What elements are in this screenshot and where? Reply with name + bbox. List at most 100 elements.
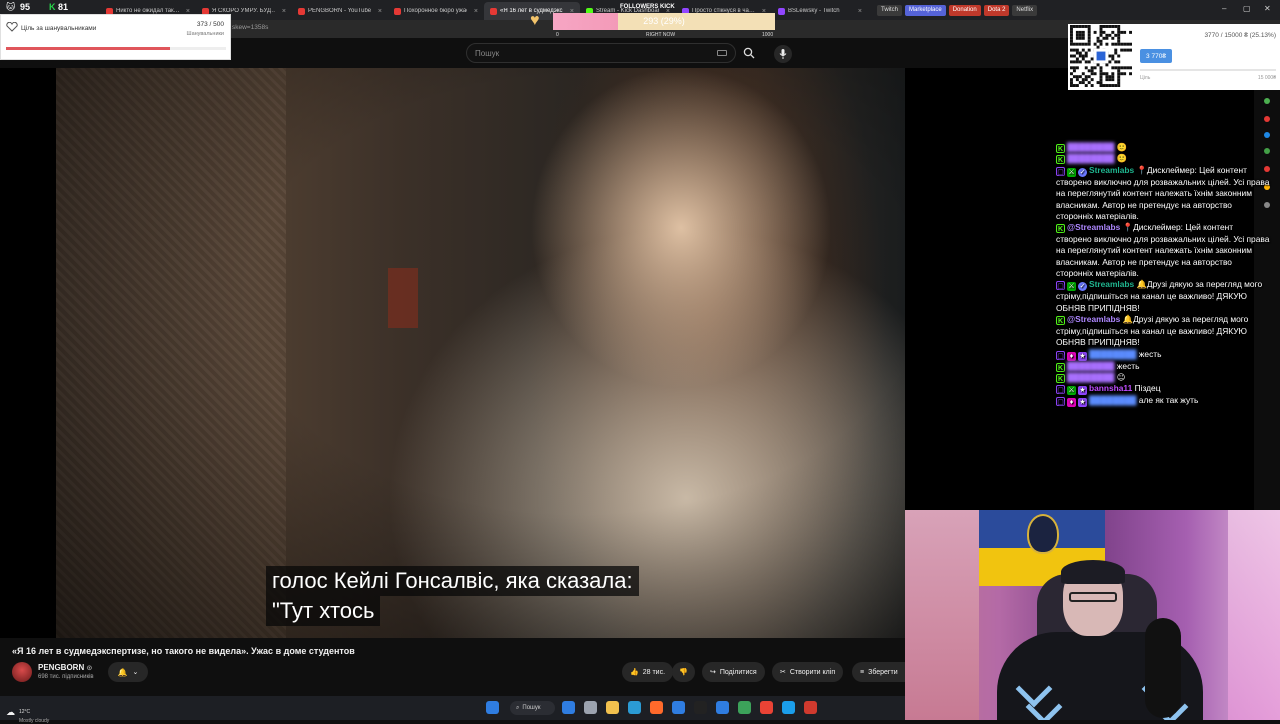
bookmark-chip[interactable]: Donation [948, 4, 981, 16]
chevron-down-icon: ⌄ [132, 669, 139, 676]
taskbar-search[interactable]: ⌕ Пошук [510, 701, 555, 715]
chat-username[interactable]: ████████ [1089, 395, 1136, 405]
search-button[interactable] [738, 43, 760, 63]
browser-tab[interactable]: PENGBORN - YouTube × [292, 2, 388, 20]
taskbar-app-icon[interactable] [782, 701, 795, 714]
taskbar-app-icon[interactable] [716, 701, 729, 714]
taskbar-app-icon[interactable] [738, 701, 751, 714]
share-button[interactable]: ↪ Поділитися [702, 662, 765, 682]
side-strip-icon[interactable] [1264, 98, 1270, 104]
video-player[interactable] [0, 68, 905, 638]
close-tab-icon[interactable]: × [858, 8, 862, 15]
chat-text: 😐 [1114, 371, 1126, 382]
channel-avatar[interactable] [12, 662, 32, 682]
counter-left: 95 [20, 2, 31, 12]
tw-badge-icon: ▢ [1056, 397, 1065, 407]
chat-username[interactable]: ████████ [1067, 142, 1114, 152]
start-menu-icon[interactable] [486, 701, 499, 714]
chat-message: ▢ ⚔ ✓ Streamlabs 📍Дисклеймер: Цей контент с… [1056, 165, 1270, 223]
chat-username[interactable]: bannsha11 [1089, 383, 1132, 393]
sub-badge-icon: ★ [1078, 386, 1087, 396]
chat-message: K ████████ 😐 [1056, 372, 1270, 383]
taskbar-app-icon[interactable] [672, 701, 685, 714]
close-tab-icon[interactable]: × [282, 8, 286, 15]
clip-label: Створити кліп [789, 668, 836, 676]
close-tab-icon[interactable]: × [378, 8, 382, 15]
goal-count: 373 / 500 [196, 21, 224, 28]
kick-badge-icon: K [1056, 316, 1065, 326]
browser-tab[interactable]: Похоронное бюро ужас… × [388, 2, 484, 20]
donation-amount-button[interactable]: 3 770₴ [1140, 49, 1172, 63]
followers-label: FOLLOWERS KICK [620, 4, 675, 10]
like-button[interactable]: 👍 28 тис. [622, 662, 674, 682]
chat-username[interactable]: ████████ [1089, 349, 1136, 359]
kick-icon: K [49, 2, 56, 12]
microphone-icon [779, 49, 787, 59]
side-strip-icon[interactable] [1264, 116, 1270, 122]
taskbar-app-icon[interactable] [628, 701, 641, 714]
ver-badge-icon: ✓ [1078, 167, 1087, 177]
kick-badge-icon: K [1056, 144, 1065, 153]
followers-value: 293 (29%) [643, 16, 685, 26]
notification-bell-button[interactable]: 🔔 ⌄ [108, 662, 148, 682]
save-button[interactable]: ≡ Зберегти [852, 662, 906, 682]
weather-widget[interactable]: ☁ 12°C Mostly cloudy [6, 700, 49, 724]
taskbar-app-icon[interactable] [650, 701, 663, 714]
tab-label: BSLeiwsky - Twitch [788, 8, 840, 14]
maximize-icon[interactable]: ▢ [1243, 4, 1251, 13]
taskbar-app-icon[interactable] [562, 701, 575, 714]
weather-text: 12°C Mostly cloudy [19, 700, 49, 724]
taskbar-app-icon[interactable] [584, 701, 597, 714]
voice-search-button[interactable] [774, 45, 792, 63]
kick-badge-icon: K [1056, 373, 1065, 383]
taskbar-app-icon[interactable] [760, 701, 773, 714]
qr-code-icon [1070, 25, 1132, 87]
create-clip-button[interactable]: ✂ Створити кліп [772, 662, 844, 682]
scissors-icon: ✂ [780, 669, 786, 676]
bookmark-chip[interactable]: Twitch [877, 4, 903, 16]
tw-badge-icon: ▢ [1056, 281, 1065, 291]
chat-username[interactable]: ████████ [1067, 372, 1114, 382]
tab-favicon-icon [490, 7, 497, 15]
followers-progress-bar: 293 (29%) [553, 13, 775, 30]
keyboard-icon[interactable] [717, 50, 727, 56]
heart-handshake-icon [6, 22, 18, 32]
followers-scale-max: 1000 [762, 32, 774, 38]
bookmark-chip[interactable]: Dota 2 [983, 4, 1010, 16]
chat-username[interactable]: @Streamlabs [1067, 314, 1120, 324]
chat-message: K @Streamlabs 🔔Друзі дякую за перегляд мо… [1056, 314, 1270, 348]
chat-username[interactable]: Streamlabs [1089, 165, 1134, 175]
bell-icon: 🔔 [117, 667, 128, 677]
streamer-glasses [1069, 592, 1117, 602]
minimize-icon[interactable]: – [1222, 4, 1226, 13]
chat-username[interactable]: Streamlabs [1089, 279, 1134, 289]
chat-text: 🙂 [1114, 153, 1128, 164]
webcam-door [905, 510, 979, 720]
search-icon: ⌕ [516, 704, 520, 711]
chat-username[interactable]: ████████ [1067, 361, 1114, 371]
donation-widget: 3770 / 15000 ₴ (25.13%) 3 770₴ Ціль 15 0… [1068, 24, 1280, 90]
side-strip-icon[interactable] [1264, 132, 1270, 138]
close-tab-icon[interactable]: × [474, 8, 478, 15]
chat-message: ▢ ⚔ ✓ Streamlabs 🔔Друзі дякую за перегляд м… [1056, 279, 1270, 314]
donation-goal-label: Ціль [1140, 75, 1151, 81]
share-label: Поділитися [719, 668, 757, 676]
chat-message: K @Streamlabs 📍Дисклеймер: Цей контент ст… [1056, 222, 1270, 279]
dislike-button[interactable]: 👎 [672, 662, 695, 682]
browser-tab[interactable]: BSLeiwsky - Twitch × [772, 2, 868, 20]
search-input[interactable]: Пошук [466, 43, 736, 63]
close-window-icon[interactable]: ✕ [1264, 4, 1271, 13]
flag-emblem [1027, 514, 1059, 554]
bookmark-chip[interactable]: Netflix [1012, 4, 1038, 16]
bookmark-chip[interactable]: Marketplace [905, 4, 946, 16]
followers-scale-mid: RIGHT NOW [646, 32, 676, 38]
chat-username[interactable]: ████████ [1067, 153, 1114, 163]
taskbar-app-icon[interactable] [606, 701, 619, 714]
chat-message: K ████████ 🙂 [1056, 153, 1270, 165]
video-frame [56, 68, 905, 638]
taskbar-app-icon[interactable] [804, 701, 817, 714]
taskbar-app-icon[interactable] [694, 701, 707, 714]
weather-icon: ☁ [6, 706, 15, 717]
chat-username[interactable]: @Streamlabs [1067, 222, 1120, 232]
channel-name[interactable]: PENGBORN ⊙ [38, 663, 92, 672]
